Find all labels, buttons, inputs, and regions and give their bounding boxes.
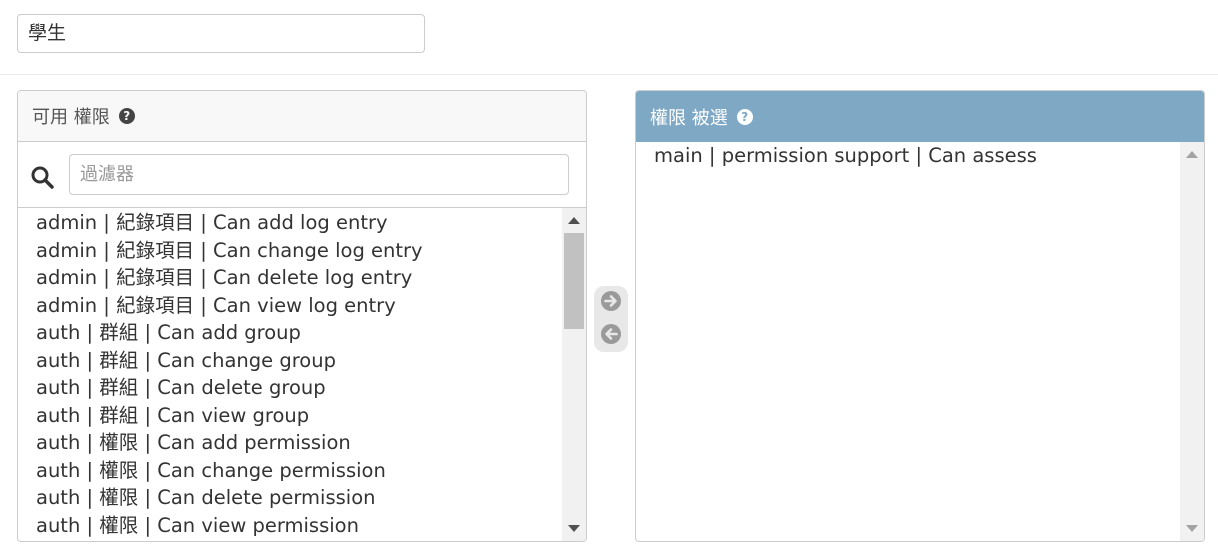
list-item[interactable]: admin | 紀錄項目 | Can add log entry [18, 209, 586, 237]
list-item[interactable]: auth | 權限 | Can delete permission [18, 484, 586, 512]
list-item[interactable]: auth | 群組 | Can view group [18, 402, 586, 430]
list-item[interactable]: auth | 群組 | Can delete group [18, 374, 586, 402]
list-item[interactable]: auth | 群組 | Can change group [18, 347, 586, 375]
scrollbar[interactable] [1180, 142, 1204, 541]
help-icon[interactable]: ? [736, 108, 753, 125]
move-controls [594, 286, 628, 352]
scroll-up-arrow-icon[interactable] [568, 217, 580, 224]
available-permissions-list[interactable]: admin | 紀錄項目 | Can add log entry admin |… [18, 208, 586, 541]
search-icon [31, 166, 54, 189]
list-item[interactable]: auth | 群組 | Can add group [18, 319, 586, 347]
scroll-up-arrow-icon[interactable] [1186, 151, 1198, 158]
scroll-down-arrow-icon[interactable] [568, 525, 580, 532]
list-item[interactable]: admin | 紀錄項目 | Can delete log entry [18, 264, 586, 292]
list-item[interactable]: admin | 紀錄項目 | Can change log entry [18, 237, 586, 265]
filter-row: 過濾器 [18, 142, 586, 208]
chosen-permissions-list[interactable]: main | permission support | Can assess [636, 142, 1204, 541]
list-item[interactable]: auth | 權限 | Can add permission [18, 429, 586, 457]
available-permissions-title: 可用 權限 [32, 107, 110, 128]
arrow-right-circle-icon[interactable] [600, 290, 622, 312]
chosen-permissions-header: 權限 被選 ? [636, 91, 1204, 142]
form-divider [0, 74, 1218, 75]
arrow-left-circle-icon[interactable] [600, 323, 622, 345]
chosen-permissions-title: 權限 被選 [650, 107, 728, 129]
available-permissions-header: 可用 權限 ? [18, 91, 586, 142]
list-item[interactable]: admin | 紀錄項目 | Can view log entry [18, 292, 586, 320]
scroll-down-arrow-icon[interactable] [1186, 525, 1198, 532]
list-item[interactable]: auth | 權限 | Can view permission [18, 512, 586, 540]
list-item[interactable]: auth | 權限 | Can change permission [18, 457, 586, 485]
name-field[interactable]: 學生 [17, 14, 425, 53]
filter-input[interactable]: 過濾器 [69, 154, 569, 195]
scrollbar[interactable] [562, 208, 586, 541]
list-item[interactable]: main | permission support | Can assess [636, 142, 1204, 169]
scroll-thumb[interactable] [564, 233, 584, 329]
available-permissions-box: 可用 權限 ? 過濾器 admin | 紀錄項目 | Can add log e… [17, 90, 587, 542]
help-icon[interactable]: ? [118, 108, 135, 124]
chosen-permissions-box: 權限 被選 ? main | permission support | Can … [635, 90, 1205, 542]
